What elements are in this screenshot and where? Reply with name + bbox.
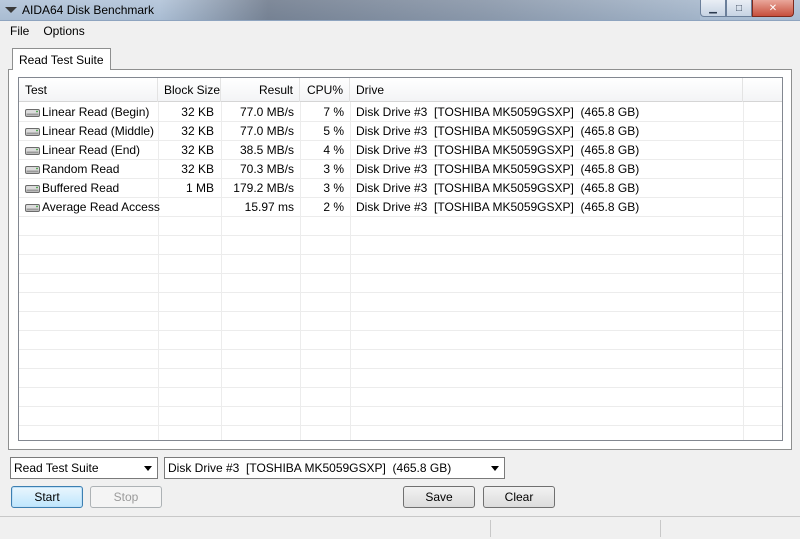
column-header-cpu[interactable]: CPU%	[300, 78, 350, 102]
cell-drive: Disk Drive #3 [TOSHIBA MK5059GSXP] (465.…	[356, 143, 640, 157]
cell-block-size: 32 KB	[181, 162, 214, 176]
cell-drive: Disk Drive #3 [TOSHIBA MK5059GSXP] (465.…	[356, 162, 640, 176]
table-row[interactable]: Average Read Access 15.97 ms 2 % Disk Drive…	[19, 198, 782, 217]
cell-result: 38.5 MB/s	[239, 143, 294, 157]
column-header-drive[interactable]: Drive	[350, 78, 743, 102]
column-header-test[interactable]: Test	[19, 78, 158, 102]
clear-button[interactable]: Clear	[483, 486, 555, 508]
hard-drive-icon	[25, 147, 40, 155]
cell-block-size	[158, 198, 214, 217]
window-controls: ▁ □ ✕	[700, 0, 794, 18]
client-area: Read Test Suite Test Block Size Result C…	[0, 40, 800, 539]
cell-cpu: 3 %	[323, 181, 344, 195]
minimize-button[interactable]: ▁	[700, 0, 726, 17]
grid-row-line	[19, 330, 782, 331]
status-bar	[0, 516, 800, 539]
cell-test: Linear Read (End)	[42, 143, 141, 157]
cell-drive: Disk Drive #3 [TOSHIBA MK5059GSXP] (465.…	[356, 124, 640, 138]
cell-result: 77.0 MB/s	[239, 124, 294, 138]
grid-row-line	[19, 254, 782, 255]
grid-row-line	[19, 406, 782, 407]
grid-row-line	[19, 349, 782, 350]
column-header-block-size[interactable]: Block Size	[158, 78, 221, 102]
grid-row-line	[19, 292, 782, 293]
hard-drive-icon	[25, 109, 40, 117]
stop-button[interactable]: Stop	[90, 486, 162, 508]
cell-result: 70.3 MB/s	[239, 162, 294, 176]
cell-cpu: 3 %	[323, 162, 344, 176]
tab-label: Read Test Suite	[19, 52, 104, 67]
start-button[interactable]: Start	[11, 486, 83, 508]
minimize-icon: ▁	[709, 2, 717, 14]
column-header-filler	[743, 78, 782, 102]
save-button[interactable]: Save	[403, 486, 475, 508]
cell-test: Average Read Access	[42, 200, 160, 214]
title-background	[160, 0, 700, 20]
cell-block-size: 1 MB	[185, 181, 214, 195]
grid-row-line	[19, 273, 782, 274]
drive-select-value: Disk Drive #3 [TOSHIBA MK5059GSXP] (465.…	[168, 461, 452, 475]
grid-row-line	[19, 311, 782, 312]
cell-drive: Disk Drive #3 [TOSHIBA MK5059GSXP] (465.…	[356, 200, 640, 214]
app-icon	[5, 7, 17, 13]
table-row[interactable]: Linear Read (End) 32 KB 38.5 MB/s 4 % Disk D…	[19, 141, 782, 160]
results-table[interactable]: Test Block Size Result CPU% Drive Linear…	[18, 77, 783, 441]
tab-read-test-suite[interactable]: Read Test Suite	[12, 48, 111, 70]
hard-drive-icon	[25, 128, 40, 136]
close-button[interactable]: ✕	[752, 0, 794, 17]
table-row[interactable]: Random Read 32 KB 70.3 MB/s 3 % Disk Drive #…	[19, 160, 782, 179]
maximize-button[interactable]: □	[726, 0, 752, 17]
table-row[interactable]: Linear Read (Middle) 32 KB 77.0 MB/s 5 % Dis…	[19, 122, 782, 141]
cell-result: 77.0 MB/s	[239, 105, 294, 119]
table-header: Test Block Size Result CPU% Drive	[19, 78, 782, 102]
cell-result: 179.2 MB/s	[233, 181, 294, 195]
cell-drive: Disk Drive #3 [TOSHIBA MK5059GSXP] (465.…	[356, 181, 640, 195]
hard-drive-icon	[25, 185, 40, 193]
tab-panel: Test Block Size Result CPU% Drive Linear…	[8, 69, 792, 450]
cell-test: Linear Read (Begin)	[42, 105, 150, 119]
title-bar[interactable]: AIDA64 Disk Benchmark ▁ □ ✕	[0, 0, 800, 21]
column-header-result[interactable]: Result	[221, 78, 300, 102]
drive-select[interactable]: Disk Drive #3 [TOSHIBA MK5059GSXP] (465.…	[164, 457, 505, 479]
cell-cpu: 4 %	[323, 143, 344, 157]
status-divider	[490, 520, 491, 537]
cell-test: Linear Read (Middle)	[42, 124, 155, 138]
cell-block-size: 32 KB	[181, 105, 214, 119]
grid-row-line	[19, 235, 782, 236]
menu-file[interactable]: File	[3, 24, 36, 38]
cell-test: Random Read	[42, 162, 120, 176]
cell-cpu: 2 %	[323, 200, 344, 214]
chevron-down-icon	[142, 458, 154, 478]
cell-block-size: 32 KB	[181, 143, 214, 157]
close-icon: ✕	[768, 2, 778, 14]
cell-drive: Disk Drive #3 [TOSHIBA MK5059GSXP] (465.…	[356, 105, 640, 119]
grid-row-line	[19, 425, 782, 426]
window-title: AIDA64 Disk Benchmark	[22, 3, 155, 17]
table-row[interactable]: Linear Read (Begin) 32 KB 77.0 MB/s 7 % Disk…	[19, 103, 782, 122]
chevron-down-icon	[489, 458, 501, 478]
suite-select[interactable]: Read Test Suite	[10, 457, 158, 479]
menu-bar: File Options	[0, 21, 800, 40]
grid-row-line	[19, 387, 782, 388]
maximize-icon: □	[735, 2, 743, 14]
cell-cpu: 5 %	[323, 124, 344, 138]
hard-drive-icon	[25, 166, 40, 174]
hard-drive-icon	[25, 204, 40, 212]
suite-select-value: Read Test Suite	[14, 461, 99, 475]
grid-row-line	[19, 368, 782, 369]
cell-cpu: 7 %	[323, 105, 344, 119]
cell-result: 15.97 ms	[244, 200, 294, 214]
menu-options[interactable]: Options	[36, 24, 91, 38]
status-divider	[660, 520, 661, 537]
cell-test: Buffered Read	[42, 181, 120, 195]
cell-block-size: 32 KB	[181, 124, 214, 138]
table-row[interactable]: Buffered Read 1 MB 179.2 MB/s 3 % Disk Drive…	[19, 179, 782, 198]
